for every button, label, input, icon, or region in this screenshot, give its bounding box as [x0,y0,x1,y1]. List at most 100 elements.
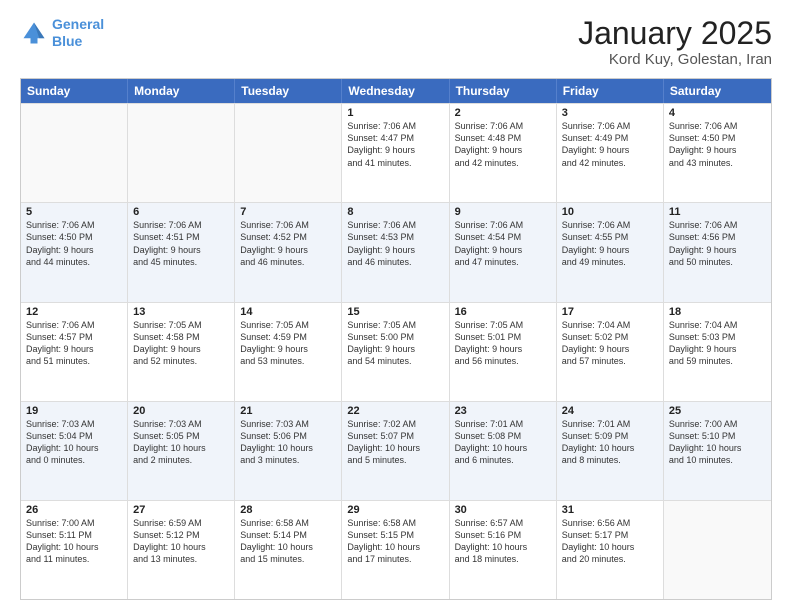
day-number: 29 [347,504,443,516]
calendar-row-3: 12Sunrise: 7:06 AM Sunset: 4:57 PM Dayli… [21,302,771,401]
day-number: 24 [562,405,658,417]
cell-info: Sunrise: 7:06 AM Sunset: 4:53 PM Dayligh… [347,219,443,268]
cell-info: Sunrise: 7:00 AM Sunset: 5:11 PM Dayligh… [26,517,122,566]
calendar-row-5: 26Sunrise: 7:00 AM Sunset: 5:11 PM Dayli… [21,500,771,599]
day-number: 27 [133,504,229,516]
calendar-cell: 31Sunrise: 6:56 AM Sunset: 5:17 PM Dayli… [557,501,664,599]
calendar-cell: 29Sunrise: 6:58 AM Sunset: 5:15 PM Dayli… [342,501,449,599]
calendar-cell: 11Sunrise: 7:06 AM Sunset: 4:56 PM Dayli… [664,203,771,301]
header-day-tuesday: Tuesday [235,79,342,103]
day-number: 22 [347,405,443,417]
day-number: 16 [455,306,551,318]
day-number: 11 [669,206,766,218]
day-number: 7 [240,206,336,218]
cell-info: Sunrise: 7:06 AM Sunset: 4:50 PM Dayligh… [26,219,122,268]
day-number: 31 [562,504,658,516]
cell-info: Sunrise: 7:06 AM Sunset: 4:55 PM Dayligh… [562,219,658,268]
cell-info: Sunrise: 7:06 AM Sunset: 4:49 PM Dayligh… [562,120,658,169]
cell-info: Sunrise: 7:00 AM Sunset: 5:10 PM Dayligh… [669,418,766,467]
day-number: 28 [240,504,336,516]
cell-info: Sunrise: 7:03 AM Sunset: 5:05 PM Dayligh… [133,418,229,467]
logo-icon [20,19,48,47]
cell-info: Sunrise: 6:58 AM Sunset: 5:15 PM Dayligh… [347,517,443,566]
header-day-sunday: Sunday [21,79,128,103]
header: General Blue January 2025 Kord Kuy, Gole… [20,16,772,68]
calendar-cell [128,104,235,202]
calendar: SundayMondayTuesdayWednesdayThursdayFrid… [20,78,772,600]
cell-info: Sunrise: 7:03 AM Sunset: 5:04 PM Dayligh… [26,418,122,467]
logo-text: General Blue [52,16,104,50]
cell-info: Sunrise: 7:06 AM Sunset: 4:51 PM Dayligh… [133,219,229,268]
logo: General Blue [20,16,104,50]
day-number: 1 [347,107,443,119]
header-day-saturday: Saturday [664,79,771,103]
cell-info: Sunrise: 7:06 AM Sunset: 4:57 PM Dayligh… [26,319,122,368]
title-block: January 2025 Kord Kuy, Golestan, Iran [578,16,772,68]
day-number: 19 [26,405,122,417]
calendar-cell: 19Sunrise: 7:03 AM Sunset: 5:04 PM Dayli… [21,402,128,500]
day-number: 15 [347,306,443,318]
calendar-row-1: 1Sunrise: 7:06 AM Sunset: 4:47 PM Daylig… [21,103,771,202]
day-number: 8 [347,206,443,218]
calendar-cell: 23Sunrise: 7:01 AM Sunset: 5:08 PM Dayli… [450,402,557,500]
day-number: 4 [669,107,766,119]
calendar-cell: 6Sunrise: 7:06 AM Sunset: 4:51 PM Daylig… [128,203,235,301]
cell-info: Sunrise: 7:06 AM Sunset: 4:52 PM Dayligh… [240,219,336,268]
day-number: 9 [455,206,551,218]
calendar-cell: 1Sunrise: 7:06 AM Sunset: 4:47 PM Daylig… [342,104,449,202]
day-number: 14 [240,306,336,318]
calendar-cell: 7Sunrise: 7:06 AM Sunset: 4:52 PM Daylig… [235,203,342,301]
calendar-cell: 30Sunrise: 6:57 AM Sunset: 5:16 PM Dayli… [450,501,557,599]
day-number: 17 [562,306,658,318]
calendar-cell: 2Sunrise: 7:06 AM Sunset: 4:48 PM Daylig… [450,104,557,202]
day-number: 12 [26,306,122,318]
calendar-cell: 20Sunrise: 7:03 AM Sunset: 5:05 PM Dayli… [128,402,235,500]
day-number: 13 [133,306,229,318]
calendar-cell: 17Sunrise: 7:04 AM Sunset: 5:02 PM Dayli… [557,303,664,401]
calendar-cell: 3Sunrise: 7:06 AM Sunset: 4:49 PM Daylig… [557,104,664,202]
calendar-cell: 22Sunrise: 7:02 AM Sunset: 5:07 PM Dayli… [342,402,449,500]
header-day-monday: Monday [128,79,235,103]
calendar-cell [235,104,342,202]
calendar-cell: 18Sunrise: 7:04 AM Sunset: 5:03 PM Dayli… [664,303,771,401]
calendar-cell: 8Sunrise: 7:06 AM Sunset: 4:53 PM Daylig… [342,203,449,301]
header-day-wednesday: Wednesday [342,79,449,103]
cell-info: Sunrise: 7:06 AM Sunset: 4:48 PM Dayligh… [455,120,551,169]
calendar-title: January 2025 [578,16,772,51]
day-number: 20 [133,405,229,417]
calendar-row-2: 5Sunrise: 7:06 AM Sunset: 4:50 PM Daylig… [21,202,771,301]
calendar-cell: 15Sunrise: 7:05 AM Sunset: 5:00 PM Dayli… [342,303,449,401]
cell-info: Sunrise: 6:57 AM Sunset: 5:16 PM Dayligh… [455,517,551,566]
day-number: 25 [669,405,766,417]
calendar-cell: 13Sunrise: 7:05 AM Sunset: 4:58 PM Dayli… [128,303,235,401]
calendar-cell: 12Sunrise: 7:06 AM Sunset: 4:57 PM Dayli… [21,303,128,401]
day-number: 3 [562,107,658,119]
cell-info: Sunrise: 6:59 AM Sunset: 5:12 PM Dayligh… [133,517,229,566]
day-number: 18 [669,306,766,318]
day-number: 30 [455,504,551,516]
calendar-row-4: 19Sunrise: 7:03 AM Sunset: 5:04 PM Dayli… [21,401,771,500]
calendar-cell: 27Sunrise: 6:59 AM Sunset: 5:12 PM Dayli… [128,501,235,599]
cell-info: Sunrise: 7:06 AM Sunset: 4:47 PM Dayligh… [347,120,443,169]
calendar-cell: 24Sunrise: 7:01 AM Sunset: 5:09 PM Dayli… [557,402,664,500]
day-number: 6 [133,206,229,218]
calendar-cell: 28Sunrise: 6:58 AM Sunset: 5:14 PM Dayli… [235,501,342,599]
cell-info: Sunrise: 7:05 AM Sunset: 5:00 PM Dayligh… [347,319,443,368]
calendar-cell: 26Sunrise: 7:00 AM Sunset: 5:11 PM Dayli… [21,501,128,599]
page: General Blue January 2025 Kord Kuy, Gole… [0,0,792,612]
calendar-cell: 25Sunrise: 7:00 AM Sunset: 5:10 PM Dayli… [664,402,771,500]
cell-info: Sunrise: 7:02 AM Sunset: 5:07 PM Dayligh… [347,418,443,467]
cell-info: Sunrise: 7:01 AM Sunset: 5:08 PM Dayligh… [455,418,551,467]
calendar-header: SundayMondayTuesdayWednesdayThursdayFrid… [21,79,771,103]
calendar-cell: 14Sunrise: 7:05 AM Sunset: 4:59 PM Dayli… [235,303,342,401]
cell-info: Sunrise: 7:06 AM Sunset: 4:54 PM Dayligh… [455,219,551,268]
cell-info: Sunrise: 6:58 AM Sunset: 5:14 PM Dayligh… [240,517,336,566]
day-number: 26 [26,504,122,516]
day-number: 10 [562,206,658,218]
calendar-cell: 4Sunrise: 7:06 AM Sunset: 4:50 PM Daylig… [664,104,771,202]
cell-info: Sunrise: 7:03 AM Sunset: 5:06 PM Dayligh… [240,418,336,467]
calendar-cell: 9Sunrise: 7:06 AM Sunset: 4:54 PM Daylig… [450,203,557,301]
calendar-cell [664,501,771,599]
cell-info: Sunrise: 7:01 AM Sunset: 5:09 PM Dayligh… [562,418,658,467]
calendar-subtitle: Kord Kuy, Golestan, Iran [578,51,772,68]
